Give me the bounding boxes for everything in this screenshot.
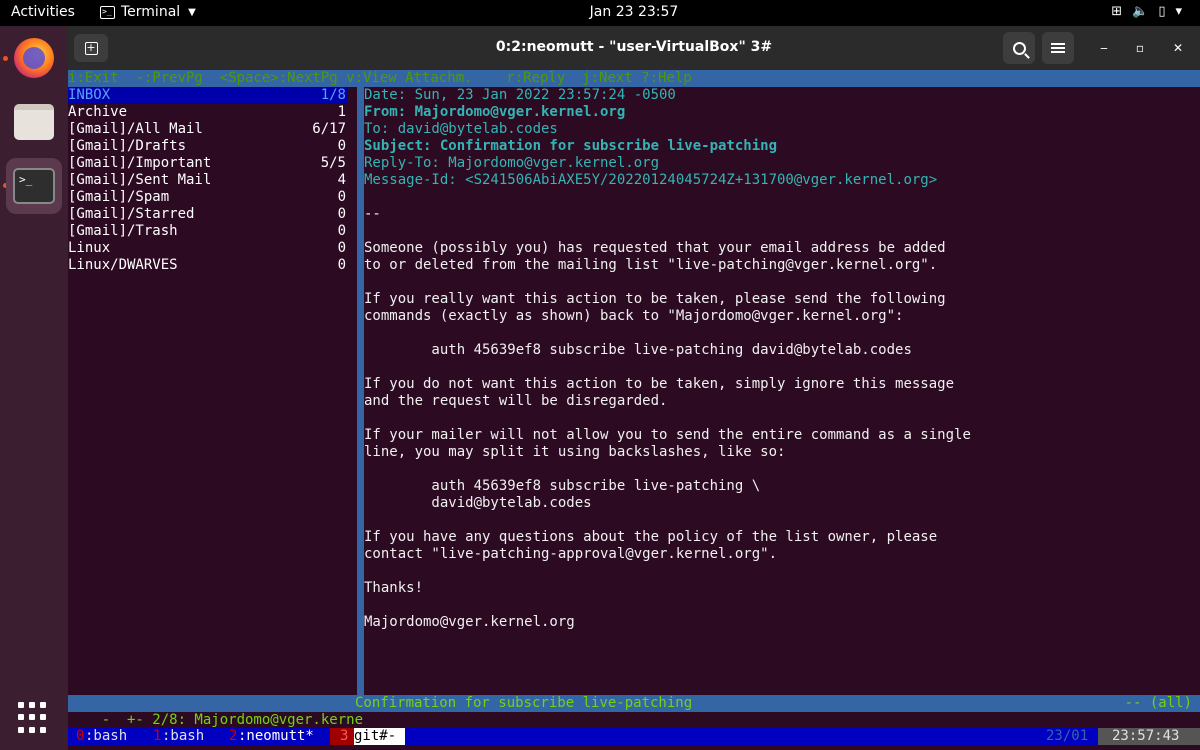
system-tray[interactable]: ⊞ 🔈 ▯ ▾ [1111,4,1182,19]
sidebar-item-inbox[interactable]: INBOX 1/8 [68,87,348,104]
tmux-window-2-index[interactable]: 2 [229,728,237,745]
volume-icon: 🔈 [1132,4,1149,19]
message-pager[interactable]: Date: Sun, 23 Jan 2022 23:57:24 -0500 Fr… [364,87,1194,631]
clock[interactable]: Jan 23 23:57 [0,4,1200,20]
top-bar: Activities >_ Terminal ▼ Jan 23 23:57 ⊞ … [0,0,1200,26]
header-from: From: Majordomo@vger.kernel.org [364,104,626,120]
neomutt-help-bar: i:Exit -:PrevPg <Space>:NextPg v:View At… [68,70,1200,87]
sidebar-item-trash[interactable]: [Gmail]/Trash 0 [68,223,348,240]
maximize-button[interactable]: ▫ [1130,38,1150,58]
status-left: - +- 2/8: Majordomo@vger.kerne [101,712,364,728]
tmux-status-bar: 0 :bash 1 :bash 2 :neomutt* 3 git#- 23/0… [68,728,1200,745]
sidebar-item-sent-mail[interactable]: [Gmail]/Sent Mail 4 [68,172,348,189]
chevron-down-icon: ▾ [1175,4,1182,19]
message-body-line [364,461,1194,478]
message-body-line [364,325,1194,342]
tmux-git-index[interactable]: 3 [330,728,354,745]
message-body-line: line, you may split it using backslashes… [364,444,786,460]
terminal-icon: >_ [13,168,55,204]
close-button[interactable]: ✕ [1168,38,1188,58]
files-icon [14,104,54,140]
header-date: Date: Sun, 23 Jan 2022 23:57:24 -0500 [364,87,676,103]
message-body-line [364,359,1194,376]
hamburger-menu-icon [1051,43,1065,53]
message-body-line: contact "live-patching-approval@vger.ker… [364,546,778,562]
header-to: To: david@bytelab.codes [364,121,558,137]
message-body-line [364,274,1194,291]
tmux-window-2-name[interactable]: :neomutt* [238,728,314,745]
menu-button[interactable] [1042,32,1074,64]
mailbox-sidebar: INBOX 1/8 Archive 1 [Gmail]/All Mail 6/17 [… [68,87,354,274]
message-body-line: If you really want this action to be tak… [364,291,946,307]
status-position: -- (all) [1124,695,1192,711]
message-body-line: Majordomo@vger.kernel.org [364,614,575,630]
sidebar-divider [357,87,364,701]
sidebar-item-drafts[interactable]: [Gmail]/Drafts 0 [68,138,348,155]
message-body-line [364,512,1194,529]
tmux-window-0-name[interactable]: :bash [85,728,127,745]
header-reply-to: Reply-To: Majordomo@vger.kernel.org [364,155,660,171]
message-body-line [364,223,1194,240]
header-message-id: Message-Id: <S241506AbiAXE5Y/20220124045… [364,172,938,188]
sidebar-item-spam[interactable]: [Gmail]/Spam 0 [68,189,348,206]
dock-firefox[interactable] [6,30,62,86]
tmux-time: 23:57:43 [1098,728,1200,745]
search-icon [1012,41,1026,55]
sidebar-item-all-mail[interactable]: [Gmail]/All Mail 6/17 [68,121,348,138]
battery-icon: ▯ [1158,4,1166,19]
tmux-window-1-index[interactable]: 1 [153,728,161,745]
pager-status-bar: - +- 2/8: Majordomo@vger.kerne Confirmat… [68,695,1200,728]
window-header: + 0:2:neomutt - "user-VirtualBox" 3# ‒ ▫… [68,26,1200,70]
message-body-line: If you do not want this action to be tak… [364,376,955,392]
firefox-icon [14,38,54,78]
message-body-line: If you have any questions about the poli… [364,529,938,545]
search-button[interactable] [1003,32,1035,64]
message-body-line: commands (exactly as shown) back to "Maj… [364,308,904,324]
sidebar-item-linux-dwarves[interactable]: Linux/DWARVES 0 [68,257,348,274]
show-apps-icon[interactable] [18,702,50,734]
message-body-line: and the request will be disregarded. [364,393,668,409]
dock-files[interactable] [6,94,62,150]
sidebar-item-starred[interactable]: [Gmail]/Starred 0 [68,206,348,223]
minimize-button[interactable]: ‒ [1094,38,1114,58]
message-body-line [364,597,1194,614]
network-icon: ⊞ [1111,4,1123,19]
message-body-line: auth 45639ef8 subscribe live-patching da… [364,342,912,358]
tmux-window-1-name[interactable]: :bash [162,728,204,745]
message-body-line: Thanks! [364,580,424,596]
message-body-line: david@bytelab.codes [364,495,592,511]
dock: >_ [0,26,68,750]
message-body-line: auth 45639ef8 subscribe live-patching \ [364,478,761,494]
message-body-line: If your mailer will not allow you to sen… [364,427,971,443]
sidebar-item-important[interactable]: [Gmail]/Important 5/5 [68,155,348,172]
sidebar-item-archive[interactable]: Archive 1 [68,104,348,121]
terminal-area[interactable]: i:Exit -:PrevPg <Space>:NextPg v:View At… [68,70,1200,750]
message-body-line: -- [364,206,381,222]
message-body-line: to or deleted from the mailing list "liv… [364,257,938,273]
header-subject: Subject: Confirmation for subscribe live… [364,138,778,154]
status-subject: Confirmation for subscribe live-patching [355,695,693,711]
tmux-window-0-index[interactable]: 0 [76,728,84,745]
sidebar-item-linux[interactable]: Linux 0 [68,240,348,257]
tmux-date: 23/01 [1046,728,1089,745]
message-body-line: Someone (possibly you) has requested tha… [364,240,946,256]
message-body-line [364,563,1194,580]
dock-terminal[interactable]: >_ [6,158,62,214]
tmux-git-name[interactable]: git#- [354,728,405,745]
message-body: -- Someone (possibly you) has requested t… [364,206,1194,631]
message-body-line [364,410,1194,427]
